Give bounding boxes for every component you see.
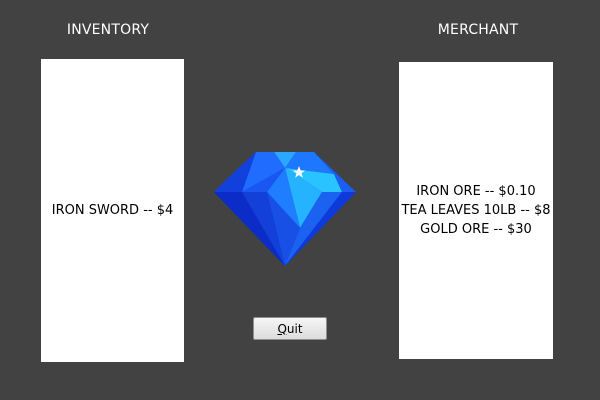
- quit-button-mnemonic: Q: [277, 321, 287, 336]
- blue-diamond-icon: [214, 152, 356, 266]
- merchant-item[interactable]: IRON ORE -- $0.10: [416, 182, 535, 201]
- inventory-title: INVENTORY: [66, 22, 150, 38]
- merchant-item[interactable]: TEA LEAVES 10LB -- $8: [401, 201, 550, 220]
- quit-button[interactable]: Quit: [253, 317, 327, 340]
- trade-window: INVENTORY MERCHANT IRON SWORD -- $4 IRON…: [0, 0, 600, 400]
- inventory-item[interactable]: IRON SWORD -- $4: [52, 201, 174, 220]
- quit-button-label: uit: [286, 321, 303, 336]
- inventory-list[interactable]: IRON SWORD -- $4: [41, 59, 184, 362]
- merchant-item[interactable]: GOLD ORE -- $30: [420, 220, 532, 239]
- merchant-title: MERCHANT: [437, 22, 519, 38]
- merchant-list[interactable]: IRON ORE -- $0.10 TEA LEAVES 10LB -- $8 …: [399, 62, 553, 359]
